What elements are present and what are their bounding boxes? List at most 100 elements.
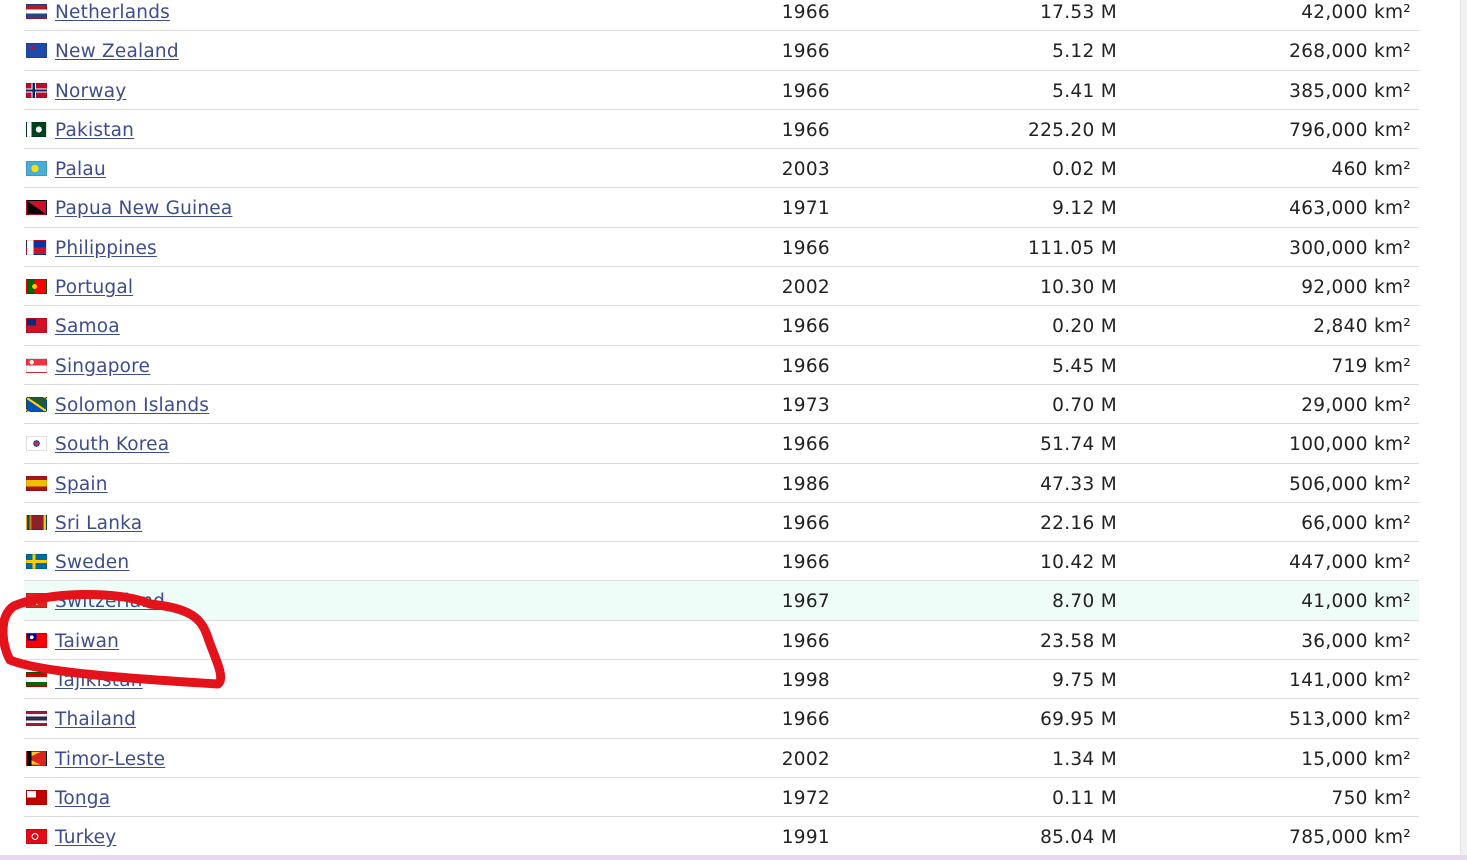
table-row: Turkey 1991 85.04 M 785,000 km² xyxy=(24,817,1419,857)
membership-year: 1967 xyxy=(781,591,830,613)
membership-year: 2003 xyxy=(781,159,830,181)
country-link[interactable]: Timor-Leste xyxy=(55,749,165,770)
portugal-flag-icon xyxy=(26,279,47,295)
table-row: Solomon Islands 1973 0.70 M 29,000 km² xyxy=(24,385,1419,425)
population-value: 225.20 M xyxy=(1028,119,1117,141)
membership-year: 1966 xyxy=(781,709,830,731)
country-link[interactable]: Sweden xyxy=(55,552,129,573)
page: Netherlands 1966 17.53 M 42,000 km² New Zeal… xyxy=(0,0,1467,860)
membership-year: 1966 xyxy=(781,630,830,652)
sri-lanka-flag-icon xyxy=(26,514,47,530)
membership-year: 1966 xyxy=(781,434,830,456)
population-value: 10.42 M xyxy=(1040,552,1117,574)
area-value: 36,000 km² xyxy=(1301,630,1411,652)
turkey-flag-icon xyxy=(26,829,47,845)
country-link[interactable]: Taiwan xyxy=(55,631,119,652)
country-link[interactable]: Norway xyxy=(55,81,126,102)
country-link[interactable]: Netherlands xyxy=(55,2,170,23)
area-value: 29,000 km² xyxy=(1301,394,1411,416)
country-link[interactable]: Singapore xyxy=(55,356,150,377)
table-row: Netherlands 1966 17.53 M 42,000 km² xyxy=(24,0,1419,32)
population-value: 22.16 M xyxy=(1040,512,1117,534)
area-value: 100,000 km² xyxy=(1289,434,1411,456)
country-link[interactable]: Sri Lanka xyxy=(55,513,142,534)
table-row: Philippines 1966 111.05 M 300,000 km² xyxy=(24,228,1419,268)
timor-leste-flag-icon xyxy=(26,750,47,766)
country-link[interactable]: Spain xyxy=(55,474,108,495)
area-value: 719 km² xyxy=(1331,355,1411,377)
new-zealand-flag-icon xyxy=(26,43,47,59)
area-value: 92,000 km² xyxy=(1301,277,1411,299)
membership-year: 1966 xyxy=(781,355,830,377)
membership-year: 1966 xyxy=(781,80,830,102)
country-link[interactable]: Thailand xyxy=(55,709,136,730)
country-link[interactable]: Pakistan xyxy=(55,120,134,141)
area-value: 41,000 km² xyxy=(1301,591,1411,613)
country-link[interactable]: Samoa xyxy=(55,316,120,337)
tajikistan-flag-icon xyxy=(26,672,47,688)
singapore-flag-icon xyxy=(26,357,47,373)
table-row: Switzerland 1967 8.70 M 41,000 km² xyxy=(24,581,1419,621)
membership-year: 1986 xyxy=(781,473,830,495)
taiwan-flag-icon xyxy=(26,632,47,648)
table-row: Timor-Leste 2002 1.34 M 15,000 km² xyxy=(24,739,1419,778)
area-value: 15,000 km² xyxy=(1301,748,1411,770)
table-row: Papua New Guinea 1971 9.12 M 463,000 km² xyxy=(24,188,1419,228)
country-link[interactable]: Switzerland xyxy=(55,591,165,612)
area-value: 141,000 km² xyxy=(1289,670,1411,692)
solomon-islands-flag-icon xyxy=(26,396,47,412)
membership-year: 1966 xyxy=(781,237,830,259)
membership-year: 1966 xyxy=(781,552,830,574)
area-value: 513,000 km² xyxy=(1289,709,1411,731)
country-table: Netherlands 1966 17.53 M 42,000 km² New Zeal… xyxy=(24,0,1419,857)
south-korea-flag-icon xyxy=(26,436,47,452)
table-row: Pakistan 1966 225.20 M 796,000 km² xyxy=(24,110,1419,150)
country-link[interactable]: Portugal xyxy=(55,277,133,298)
country-link[interactable]: Tonga xyxy=(55,788,110,809)
bottom-strip xyxy=(0,855,1467,860)
spain-flag-icon xyxy=(26,475,47,491)
country-link[interactable]: New Zealand xyxy=(55,41,179,62)
membership-year: 1972 xyxy=(781,787,830,809)
switzerland-flag-icon xyxy=(26,593,47,609)
population-value: 9.12 M xyxy=(1052,198,1117,220)
population-value: 17.53 M xyxy=(1040,2,1117,23)
table-row: Sweden 1966 10.42 M 447,000 km² xyxy=(24,542,1419,582)
membership-year: 1966 xyxy=(781,41,830,63)
norway-flag-icon xyxy=(26,82,47,98)
membership-year: 1973 xyxy=(781,394,830,416)
country-link[interactable]: Papua New Guinea xyxy=(55,198,232,219)
area-value: 506,000 km² xyxy=(1289,473,1411,495)
table-row: Spain 1986 47.33 M 506,000 km² xyxy=(24,464,1419,503)
population-value: 8.70 M xyxy=(1052,591,1117,613)
table-row: Portugal 2002 10.30 M 92,000 km² xyxy=(24,267,1419,307)
membership-year: 1966 xyxy=(781,119,830,141)
table-row: Samoa 1966 0.20 M 2,840 km² xyxy=(24,306,1419,346)
area-value: 42,000 km² xyxy=(1301,2,1411,23)
country-link[interactable]: Philippines xyxy=(55,238,157,259)
table-row: Singapore 1966 5.45 M 719 km² xyxy=(24,346,1419,385)
population-value: 5.12 M xyxy=(1052,41,1117,63)
population-value: 10.30 M xyxy=(1040,277,1117,299)
area-value: 785,000 km² xyxy=(1289,827,1411,849)
sweden-flag-icon xyxy=(26,554,47,570)
area-value: 66,000 km² xyxy=(1301,512,1411,534)
area-value: 385,000 km² xyxy=(1289,80,1411,102)
country-link[interactable]: Turkey xyxy=(55,827,116,848)
papua-new-guinea-flag-icon xyxy=(26,200,47,216)
area-value: 300,000 km² xyxy=(1289,237,1411,259)
table-row: Taiwan 1966 23.58 M 36,000 km² xyxy=(24,621,1419,661)
netherlands-flag-icon xyxy=(26,4,47,19)
country-link[interactable]: South Korea xyxy=(55,434,169,455)
country-link[interactable]: Tajikistan xyxy=(55,670,143,691)
country-link[interactable]: Solomon Islands xyxy=(55,395,209,416)
table-row: New Zealand 1966 5.12 M 268,000 km² xyxy=(24,31,1419,71)
tonga-flag-icon xyxy=(26,789,47,805)
membership-year: 1966 xyxy=(781,2,830,23)
table-row: Tonga 1972 0.11 M 750 km² xyxy=(24,778,1419,818)
page-scrollbar[interactable] xyxy=(1460,0,1467,860)
population-value: 0.11 M xyxy=(1052,787,1117,809)
area-value: 268,000 km² xyxy=(1289,41,1411,63)
membership-year: 1966 xyxy=(781,316,830,338)
country-link[interactable]: Palau xyxy=(55,159,106,180)
